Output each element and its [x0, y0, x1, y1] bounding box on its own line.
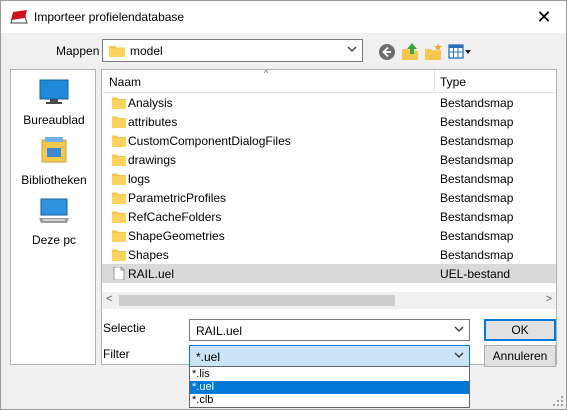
selection-combo[interactable]: RAIL.uel: [189, 319, 470, 341]
title-bar: Importeer profielendatabase ✕: [1, 1, 566, 33]
resize-grip-icon[interactable]: [553, 396, 563, 406]
import-profile-database-dialog: Importeer profielendatabase ✕ Mappen mod…: [0, 0, 567, 410]
view-menu-icon[interactable]: [447, 41, 473, 63]
scroll-left-icon[interactable]: <: [106, 293, 112, 305]
new-folder-icon[interactable]: [422, 41, 444, 63]
file-type: Bestandsmap: [440, 229, 514, 243]
file-type: Bestandsmap: [440, 248, 514, 262]
file-type: Bestandsmap: [440, 210, 514, 224]
list-header: ^ Naam Type: [102, 70, 556, 93]
horizontal-scrollbar[interactable]: < >: [102, 292, 556, 309]
sort-ascending-icon: ^: [264, 69, 269, 78]
list-item[interactable]: ShapeGeometries Bestandsmap: [102, 226, 556, 245]
file-name: RAIL.uel: [128, 267, 175, 281]
list-item[interactable]: attributes Bestandsmap: [102, 112, 556, 131]
folder-icon: [112, 249, 126, 261]
folder-icon: [112, 211, 126, 223]
location-combo[interactable]: model: [102, 39, 363, 62]
folder-icon: [112, 154, 126, 166]
list-item[interactable]: logs Bestandsmap: [102, 169, 556, 188]
place-libraries[interactable]: Bibliotheken: [11, 136, 97, 187]
file-type: Bestandsmap: [440, 134, 514, 148]
file-name: drawings: [128, 153, 177, 167]
chevron-down-icon: [454, 352, 464, 358]
desktop-icon: [39, 79, 69, 104]
folder-icon: [112, 135, 126, 147]
list-item[interactable]: CustomComponentDialogFiles Bestandsmap: [102, 131, 556, 150]
file-name: attributes: [128, 115, 178, 129]
folder-icon: [112, 173, 126, 185]
file-icon: [113, 267, 125, 280]
filter-option[interactable]: *.uel: [190, 381, 469, 394]
folder-icon: [112, 116, 126, 128]
location-label: Mappen: [56, 44, 100, 58]
list-item[interactable]: Analysis Bestandsmap: [102, 93, 556, 112]
close-icon: ✕: [536, 6, 552, 27]
folder-icon: [109, 46, 125, 57]
file-name: ShapeGeometries: [128, 229, 225, 243]
scroll-right-icon[interactable]: >: [546, 293, 552, 305]
list-item[interactable]: RAIL.uel UEL-bestand: [102, 264, 556, 283]
list-item[interactable]: ParametricProfiles Bestandsmap: [102, 188, 556, 207]
scrollbar-thumb[interactable]: [119, 295, 395, 306]
list-item[interactable]: RefCacheFolders Bestandsmap: [102, 207, 556, 226]
file-name: Shapes: [128, 248, 169, 262]
file-name: logs: [128, 172, 151, 186]
filter-label: Filter: [103, 347, 130, 361]
column-header-name[interactable]: Naam: [109, 75, 141, 89]
app-icon: [10, 10, 28, 24]
close-button[interactable]: ✕: [522, 1, 566, 33]
chevron-down-icon: [454, 326, 464, 332]
filter-dropdown-list: *.lis *.uel *.clb: [189, 366, 470, 408]
place-label: Bureaublad: [23, 113, 85, 127]
location-value: model: [130, 44, 163, 58]
libraries-icon: [41, 137, 67, 163]
place-label: Deze pc: [31, 233, 77, 247]
file-name: Analysis: [128, 96, 173, 110]
file-type: Bestandsmap: [440, 191, 514, 205]
place-this-pc[interactable]: Deze pc: [11, 196, 97, 247]
file-type: UEL-bestand: [440, 267, 511, 281]
filter-value: *.uel: [196, 350, 221, 364]
up-folder-icon[interactable]: [399, 41, 421, 63]
file-name: CustomComponentDialogFiles: [128, 134, 291, 148]
ok-button[interactable]: OK: [484, 319, 556, 341]
column-header-type[interactable]: Type: [440, 75, 466, 89]
filter-option[interactable]: *.clb: [190, 394, 469, 407]
list-item[interactable]: Shapes Bestandsmap: [102, 245, 556, 264]
folder-icon: [112, 192, 126, 204]
this-pc-icon: [39, 198, 69, 223]
file-type: Bestandsmap: [440, 153, 514, 167]
chevron-down-icon: [347, 46, 357, 52]
back-icon[interactable]: [376, 41, 398, 63]
file-name: ParametricProfiles: [128, 191, 227, 205]
selection-value: RAIL.uel: [196, 324, 243, 338]
folder-icon: [112, 230, 126, 242]
place-label: Bibliotheken: [21, 173, 87, 187]
filter-option[interactable]: *.lis: [190, 368, 469, 381]
folder-icon: [112, 97, 126, 109]
filter-combo[interactable]: *.uel: [189, 345, 470, 367]
place-desktop[interactable]: Bureaublad: [11, 78, 97, 127]
file-name: RefCacheFolders: [128, 210, 222, 224]
column-divider[interactable]: [434, 70, 435, 92]
list-item[interactable]: drawings Bestandsmap: [102, 150, 556, 169]
selection-label: Selectie: [103, 321, 146, 335]
window-title: Importeer profielendatabase: [34, 10, 185, 24]
file-type: Bestandsmap: [440, 115, 514, 129]
file-type: Bestandsmap: [440, 96, 514, 110]
places-bar: Bureaublad Bibliotheken Deze pc: [10, 69, 96, 365]
file-type: Bestandsmap: [440, 172, 514, 186]
cancel-button[interactable]: Annuleren: [484, 345, 556, 367]
